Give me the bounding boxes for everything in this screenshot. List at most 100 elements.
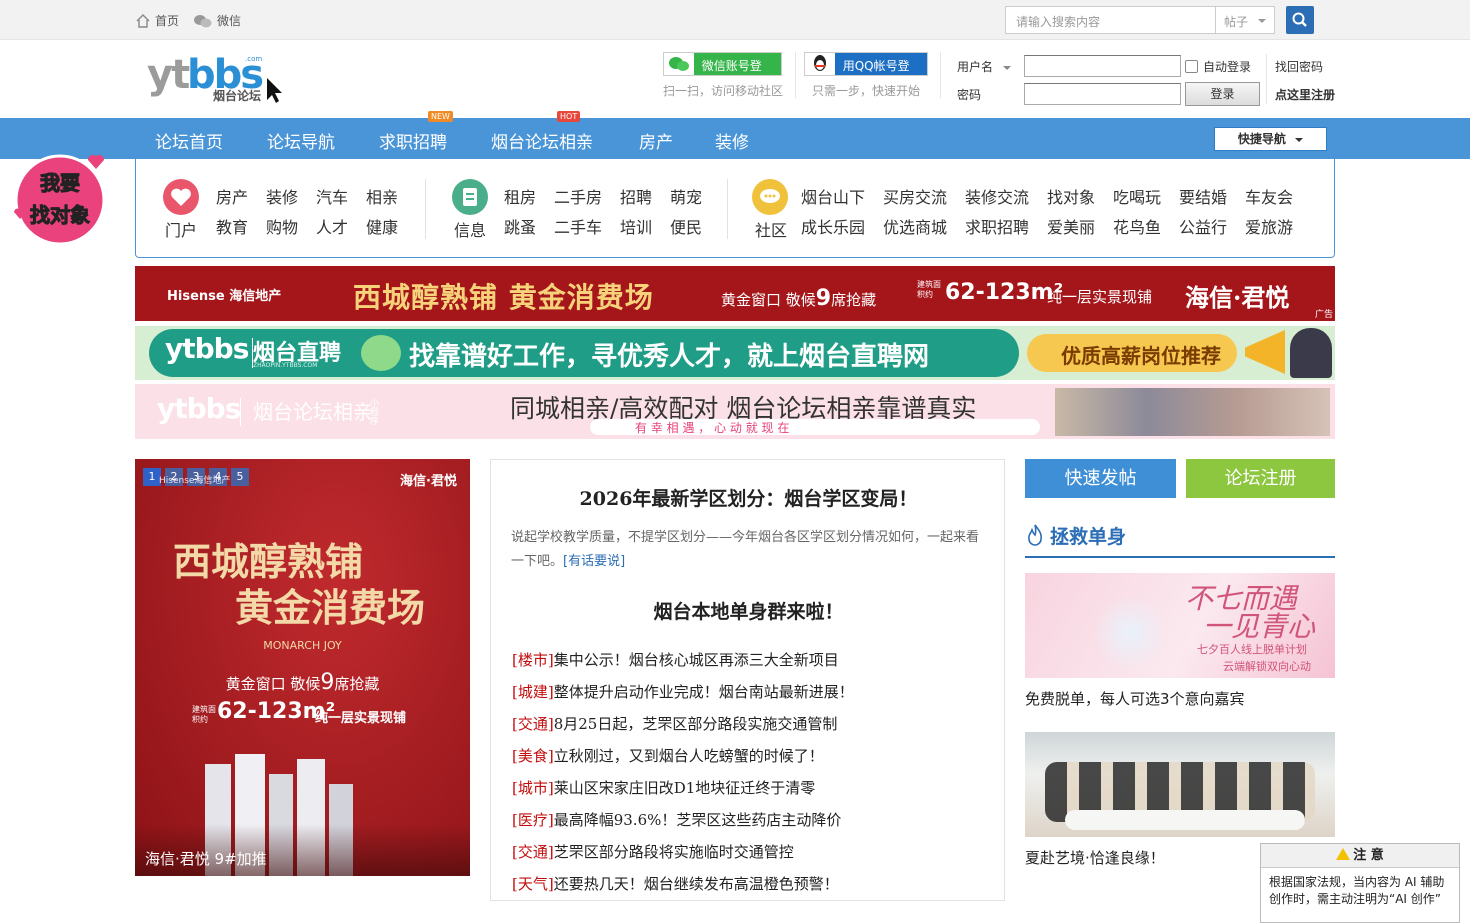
- info-link[interactable]: 租房: [504, 184, 536, 208]
- community-link[interactable]: 烟台山下: [801, 184, 865, 208]
- qq-login-button[interactable]: 用QQ帐号登录: [804, 52, 928, 90]
- search-type-value: 帖子: [1224, 15, 1249, 29]
- featured-slideshow[interactable]: 1 2 3 4 5 Hisense海信地产 海信·君悦 西城醇熟铺 黄金消费场 …: [135, 459, 470, 876]
- info-link[interactable]: 便民: [670, 214, 702, 238]
- hot-badge: HOT: [557, 111, 581, 122]
- notice-body: 根据国家法规，当内容为 AI 辅助创作时，需主动注明为“AI 创作”: [1269, 875, 1445, 906]
- info-link[interactable]: 培训: [620, 214, 652, 238]
- forum-register-button[interactable]: 论坛注册: [1186, 459, 1335, 498]
- password-label: 密码: [957, 88, 982, 102]
- quick-post-button[interactable]: 快速发帖: [1025, 459, 1176, 498]
- slide-page-5[interactable]: 5: [231, 468, 249, 486]
- news-item[interactable]: [医疗]最高降幅93.6%！芝罘区这些药店主动降价: [512, 809, 841, 830]
- password-field[interactable]: [1024, 83, 1181, 105]
- caret-down-icon: [1295, 137, 1304, 142]
- nav-jobs[interactable]: 求职招聘: [379, 128, 447, 153]
- news-item[interactable]: [交通]8月25日起，芝罘区部分路段实施交通管制: [512, 713, 837, 734]
- site-logo[interactable]: yt bbs .com 烟台论坛: [147, 50, 287, 108]
- slide-area-suffix: 纯一层实景现铺: [315, 711, 407, 726]
- top-bar: 首页 微信 请输入搜索内容 帖子: [0, 0, 1470, 40]
- portal-link[interactable]: 相亲: [366, 184, 398, 208]
- quick-nav-label: 快捷导航: [1237, 132, 1286, 146]
- headline-panel: 2026年最新学区划分：烟台学区变局！ 说起学校教学质量，不提学区划分——今年烟…: [490, 459, 1005, 901]
- nav-decoration[interactable]: 装修: [715, 128, 749, 153]
- find-partner-badge[interactable]: 我要 找对象: [8, 150, 112, 246]
- community-link[interactable]: 爱旅游: [1245, 214, 1293, 238]
- portal-link[interactable]: 人才: [316, 214, 348, 238]
- logo-domain: .com: [245, 55, 262, 63]
- nav-forum-home[interactable]: 论坛首页: [155, 128, 223, 153]
- community-link[interactable]: 买房交流: [883, 184, 947, 208]
- portal-link[interactable]: 购物: [266, 214, 298, 238]
- party-event-image[interactable]: [1025, 732, 1335, 837]
- forgot-password-link[interactable]: 找回密码: [1275, 58, 1323, 75]
- portal-section-label[interactable]: 门户: [165, 217, 197, 241]
- headline-title[interactable]: 2026年最新学区划分：烟台学区变局！: [491, 484, 1006, 511]
- news-item[interactable]: [楼市]集中公示！烟台核心城区再添三大全新项目: [512, 649, 839, 670]
- megaphone-icon: [1245, 330, 1285, 374]
- community-link[interactable]: 吃喝玩: [1113, 184, 1161, 208]
- warning-icon: [1336, 848, 1351, 860]
- portal-link[interactable]: 装修: [266, 184, 298, 208]
- banner-zhaopin[interactable]: ytbbs 烟台直聘 ZHAOPIN.YTBBS.COM 找靠谱好工作，寻优秀人…: [135, 326, 1335, 380]
- quick-nav-button[interactable]: 快捷导航: [1214, 127, 1327, 151]
- community-section-label[interactable]: 社区: [755, 217, 787, 241]
- community-link[interactable]: 找对象: [1047, 184, 1095, 208]
- search-input[interactable]: 请输入搜索内容: [1005, 6, 1216, 34]
- portal-link[interactable]: 汽车: [316, 184, 348, 208]
- party-caption[interactable]: 夏赴艺境·恰逢良缘！: [1025, 847, 1165, 868]
- home-link[interactable]: 首页: [135, 12, 179, 29]
- auto-login-checkbox[interactable]: [1185, 60, 1198, 73]
- search-type-select[interactable]: 帖子: [1216, 6, 1275, 34]
- nav-dating[interactable]: 烟台论坛相亲: [491, 128, 593, 153]
- info-link[interactable]: 萌宠: [670, 184, 702, 208]
- community-link[interactable]: 爱美丽: [1047, 214, 1095, 238]
- info-link[interactable]: 跳蚤: [504, 214, 536, 238]
- info-section-label[interactable]: 信息: [454, 217, 486, 241]
- wechat-link[interactable]: 微信: [193, 12, 241, 29]
- banner-dating[interactable]: ytbbs 烟台论坛相亲 小程序 同城相亲/高效配对 烟台论坛相亲靠谱真实 有 …: [135, 384, 1335, 439]
- news-item[interactable]: [美食]立秋刚过，又到烟台人吃螃蟹的时候了！: [512, 745, 824, 766]
- nav-real-estate[interactable]: 房产: [639, 128, 673, 153]
- comment-link[interactable]: [有话要说]: [563, 554, 625, 569]
- svg-text:找对象: 找对象: [30, 203, 90, 227]
- portal-link[interactable]: 房产: [216, 184, 248, 208]
- portal-link[interactable]: 健康: [366, 214, 398, 238]
- community-link[interactable]: 优选商城: [883, 214, 947, 238]
- community-link[interactable]: 装修交流: [965, 184, 1029, 208]
- news-item[interactable]: [城建]整体提升启动作业完成！烟台南站最新进展！: [512, 681, 854, 702]
- community-link[interactable]: 花鸟鱼: [1113, 214, 1161, 238]
- caret-down-icon: [1258, 19, 1266, 23]
- headline-summary: 说起学校教学质量，不提学区划分——今年烟台各区学区划分情况如何，一起来看一下吧。…: [511, 530, 980, 569]
- home-icon: [136, 13, 150, 28]
- banner-area-prefix: 建筑面积约: [917, 280, 941, 299]
- username-field[interactable]: [1024, 55, 1181, 77]
- community-link[interactable]: 求职招聘: [965, 214, 1029, 238]
- info-link[interactable]: 二手房: [554, 184, 602, 208]
- register-link[interactable]: 点这里注册: [1275, 86, 1335, 103]
- news-item[interactable]: [天气]还要热几天！烟台继续发布高温橙色预警！: [512, 873, 839, 894]
- community-link[interactable]: 公益行: [1179, 214, 1227, 238]
- headline-title-2[interactable]: 烟台本地单身群来啦！: [491, 597, 1006, 624]
- info-link[interactable]: 招聘: [620, 184, 652, 208]
- search-button[interactable]: [1286, 6, 1314, 34]
- community-link[interactable]: 要结婚: [1179, 184, 1227, 208]
- slide-offer: 黄金窗口 敬候9席抢藏: [225, 670, 380, 695]
- nav-forum-guide[interactable]: 论坛导航: [267, 128, 335, 153]
- login-button[interactable]: 登录: [1185, 82, 1260, 106]
- banner-slogan: 找靠谱好工作，寻优秀人才，就上烟台直聘网: [409, 342, 930, 372]
- info-link[interactable]: 二手车: [554, 214, 602, 238]
- couple-illustration: [1095, 593, 1165, 673]
- community-link[interactable]: 成长乐园: [801, 214, 865, 238]
- ad-label: 广告: [1314, 310, 1333, 320]
- qixi-caption[interactable]: 免费脱单，每人可选3个意向嘉宾: [1025, 688, 1245, 709]
- qixi-event-image[interactable]: 不七而遇 一见青心 七夕百人线上脱单计划 云端解锁双向心动: [1025, 573, 1335, 678]
- banner-hisense[interactable]: Hisense 海信地产 西城醇熟铺 黄金消费场 黄金窗口 敬候9席抢藏 建筑面…: [135, 266, 1335, 321]
- svg-text:yt: yt: [147, 52, 190, 98]
- news-item[interactable]: [交通]芝罘区部分路段将实施临时交通管控: [512, 841, 794, 862]
- community-link[interactable]: 车友会: [1245, 184, 1293, 208]
- wechat-login-button[interactable]: 微信账号登录: [663, 52, 782, 90]
- username-type-select[interactable]: 用户名: [957, 58, 1011, 75]
- news-item[interactable]: [城市]莱山区宋家庄旧改D1地块征迁终于清零: [512, 777, 815, 798]
- portal-link[interactable]: 教育: [216, 214, 248, 238]
